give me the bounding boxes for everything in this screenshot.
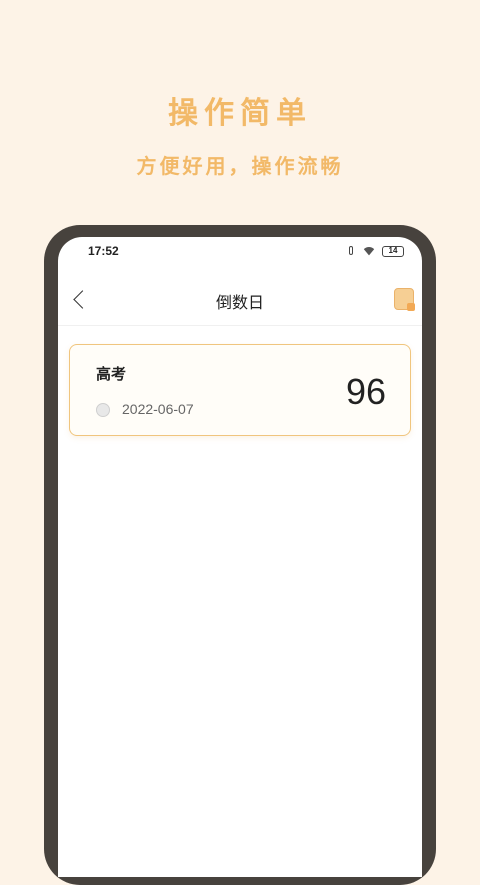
countdown-date: 2022-06-07 — [122, 401, 194, 417]
promo-subtitle: 方便好用，操作流畅 — [136, 154, 344, 178]
status-time: 17:52 — [88, 244, 119, 258]
status-bar: 17:52 14 — [58, 237, 422, 265]
countdown-card[interactable]: 高考 2022-06-07 96 — [69, 344, 411, 436]
countdown-days: 96 — [345, 371, 386, 412]
add-icon[interactable] — [394, 288, 415, 311]
page-title: 倒数日 — [215, 293, 264, 312]
nav-bar: 倒数日 — [58, 277, 422, 326]
battery-icon: 14 — [382, 245, 404, 257]
promo-title: 操作简单 — [168, 96, 312, 131]
phone-screen: 17:52 14 倒数日 高考 2022-06-07 96 — [58, 237, 422, 877]
wifi-icon — [362, 245, 376, 257]
clock-icon — [96, 403, 110, 417]
vibrate-icon — [346, 245, 356, 257]
phone-frame: 17:52 14 倒数日 高考 2022-06-07 96 — [44, 225, 436, 885]
countdown-title: 高考 — [96, 365, 127, 383]
status-icons: 14 — [346, 245, 404, 257]
